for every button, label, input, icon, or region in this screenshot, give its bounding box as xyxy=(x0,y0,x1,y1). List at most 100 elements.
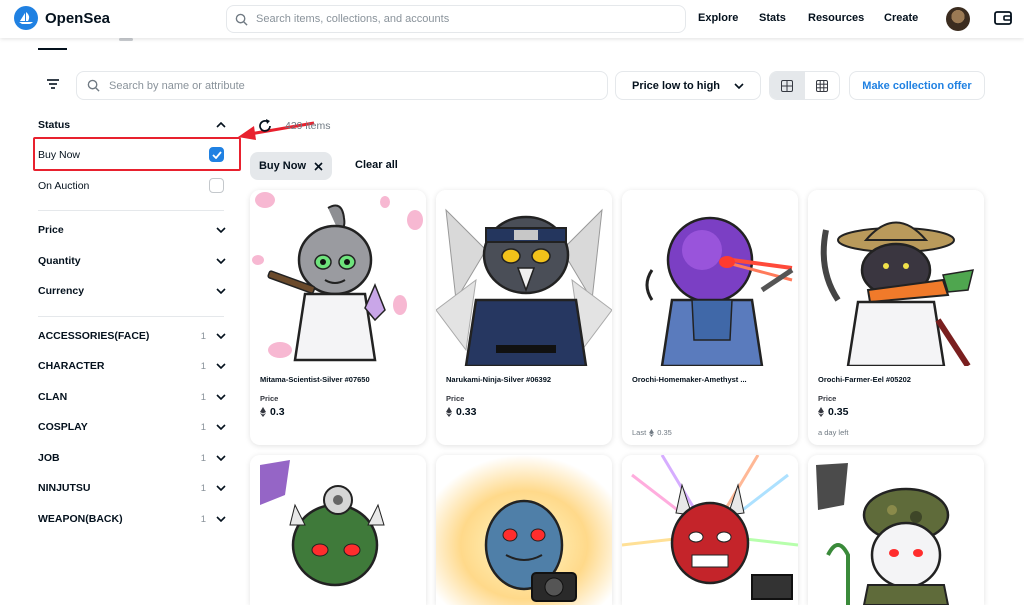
trait-meta: 1 xyxy=(201,453,226,464)
price-label: Price xyxy=(260,394,279,403)
nft-card[interactable] xyxy=(250,455,426,605)
opensea-logo-icon xyxy=(14,6,38,30)
filter-currency[interactable]: Currency xyxy=(38,285,226,297)
chevron-down-icon xyxy=(734,82,744,89)
nft-image-red-oni xyxy=(622,455,798,605)
status-title: Status xyxy=(38,119,71,131)
trait-count: 1 xyxy=(200,513,206,525)
wallet-icon[interactable] xyxy=(994,10,1012,26)
chevron-down-icon xyxy=(216,227,226,233)
trait-filter-ninjutsu[interactable]: NINJUTSU 1 xyxy=(38,482,226,494)
filter-currency-label: Currency xyxy=(38,285,85,297)
clear-all-button[interactable]: Clear all xyxy=(355,159,398,171)
nav-resources[interactable]: Resources xyxy=(808,12,864,24)
annotation-highlight-box xyxy=(33,137,241,171)
trait-label: JOB xyxy=(38,452,60,464)
ethereum-icon xyxy=(649,428,655,437)
nft-image-soldier xyxy=(808,455,984,605)
chevron-down-icon xyxy=(216,288,226,294)
filter-toggle-icon[interactable] xyxy=(46,78,60,90)
trait-count: 1 xyxy=(200,330,206,342)
on-auction-label: On Auction xyxy=(38,179,90,192)
chevron-down-icon xyxy=(216,516,226,522)
tab-remnant xyxy=(119,38,133,41)
opensea-logo[interactable]: OpenSea xyxy=(14,6,110,30)
trait-label: COSPLAY xyxy=(38,421,88,433)
filter-quantity-label: Quantity xyxy=(38,255,81,267)
nft-image-scientist xyxy=(250,190,426,366)
make-collection-offer-button[interactable]: Make collection offer xyxy=(849,71,985,100)
nft-card[interactable] xyxy=(436,455,612,605)
large-grid-button[interactable] xyxy=(770,72,805,99)
nft-card[interactable] xyxy=(622,455,798,605)
global-search-input[interactable]: Search items, collections, and accounts xyxy=(226,5,686,33)
nft-card[interactable]: Orochi-Homemaker-Amethyst ... Last 0.35 xyxy=(622,190,798,445)
price-value: 0.3 xyxy=(270,406,285,418)
trait-filter-cosplay[interactable]: COSPLAY 1 xyxy=(38,421,226,433)
small-grid-icon xyxy=(815,79,828,92)
on-auction-checkbox[interactable] xyxy=(209,178,224,193)
chevron-down-icon xyxy=(216,258,226,264)
sidebar-divider xyxy=(38,316,224,317)
item-search-input[interactable]: Search by name or attribute xyxy=(76,71,608,100)
trait-label: ACCESSORIES(FACE) xyxy=(38,330,150,342)
trait-meta: 1 xyxy=(201,514,226,525)
nft-price: 0.33 xyxy=(446,406,476,418)
make-collection-offer-label: Make collection offer xyxy=(862,79,972,92)
nav-stats[interactable]: Stats xyxy=(759,12,786,24)
ethereum-icon xyxy=(446,407,452,417)
last-sale: Last 0.35 xyxy=(632,428,672,437)
trait-label: WEAPON(BACK) xyxy=(38,513,123,525)
filter-price-label: Price xyxy=(38,224,64,236)
trait-count: 1 xyxy=(200,482,206,494)
search-icon xyxy=(87,79,100,92)
small-grid-button[interactable] xyxy=(805,72,840,99)
price-value: 0.35 xyxy=(828,406,849,418)
top-header: OpenSea Search items, collections, and a… xyxy=(0,0,1024,38)
nft-card[interactable]: Orochi-Farmer-Eel #05202 Price 0.35 a da… xyxy=(808,190,984,445)
trait-filter-job[interactable]: JOB 1 xyxy=(38,452,226,464)
nav-explore[interactable]: Explore xyxy=(698,12,738,24)
nft-card[interactable]: Mitama-Scientist-Silver #07650 Price 0.3 xyxy=(250,190,426,445)
active-filter-chip-buy-now[interactable]: Buy Now xyxy=(250,152,332,180)
last-label: Last xyxy=(632,428,647,437)
chip-label: Buy Now xyxy=(258,160,307,172)
trait-filter-clan[interactable]: CLAN 1 xyxy=(38,391,226,403)
sort-dropdown[interactable]: Price low to high xyxy=(615,71,761,100)
global-search-placeholder: Search items, collections, and accounts xyxy=(256,13,450,25)
chevron-down-icon xyxy=(216,333,226,339)
trait-meta: 1 xyxy=(201,361,226,372)
chevron-down-icon xyxy=(216,424,226,430)
nft-image-ninja xyxy=(436,190,612,366)
trait-filter-character[interactable]: CHARACTER 1 xyxy=(38,360,226,372)
trait-label: CLAN xyxy=(38,391,68,403)
trait-count: 1 xyxy=(200,452,206,464)
nav-create[interactable]: Create xyxy=(884,12,918,24)
items-count: 429 items xyxy=(285,120,331,132)
trait-count: 1 xyxy=(200,360,206,372)
filter-quantity[interactable]: Quantity xyxy=(38,255,226,267)
sidebar-divider xyxy=(38,210,224,211)
filter-price[interactable]: Price xyxy=(38,224,226,236)
chevron-down-icon xyxy=(216,455,226,461)
trait-label: NINJUTSU xyxy=(38,482,91,494)
status-filter-header[interactable]: Status xyxy=(38,119,226,131)
chevron-down-icon xyxy=(216,363,226,369)
ethereum-icon xyxy=(818,407,824,417)
close-icon[interactable] xyxy=(314,161,323,171)
large-grid-icon xyxy=(781,79,794,92)
nft-card[interactable]: Narukami-Ninja-Silver #06392 Price 0.33 xyxy=(436,190,612,445)
nft-image-homemaker xyxy=(622,190,798,366)
nft-card[interactable] xyxy=(808,455,984,605)
trait-meta: 1 xyxy=(201,331,226,342)
refresh-icon[interactable] xyxy=(258,119,272,133)
active-tab-indicator xyxy=(38,48,67,50)
trait-meta: 1 xyxy=(201,392,226,403)
trait-filter-weapon-back[interactable]: WEAPON(BACK) 1 xyxy=(38,513,226,525)
profile-avatar[interactable] xyxy=(946,7,970,31)
nft-name: Mitama-Scientist-Silver #07650 xyxy=(260,375,370,384)
trait-filter-accessories-face[interactable]: ACCESSORIES(FACE) 1 xyxy=(38,330,226,342)
nft-image-oni-doctor xyxy=(250,455,426,605)
status-option-on-auction[interactable]: On Auction xyxy=(38,178,224,193)
grid-view-toggle xyxy=(769,71,840,100)
